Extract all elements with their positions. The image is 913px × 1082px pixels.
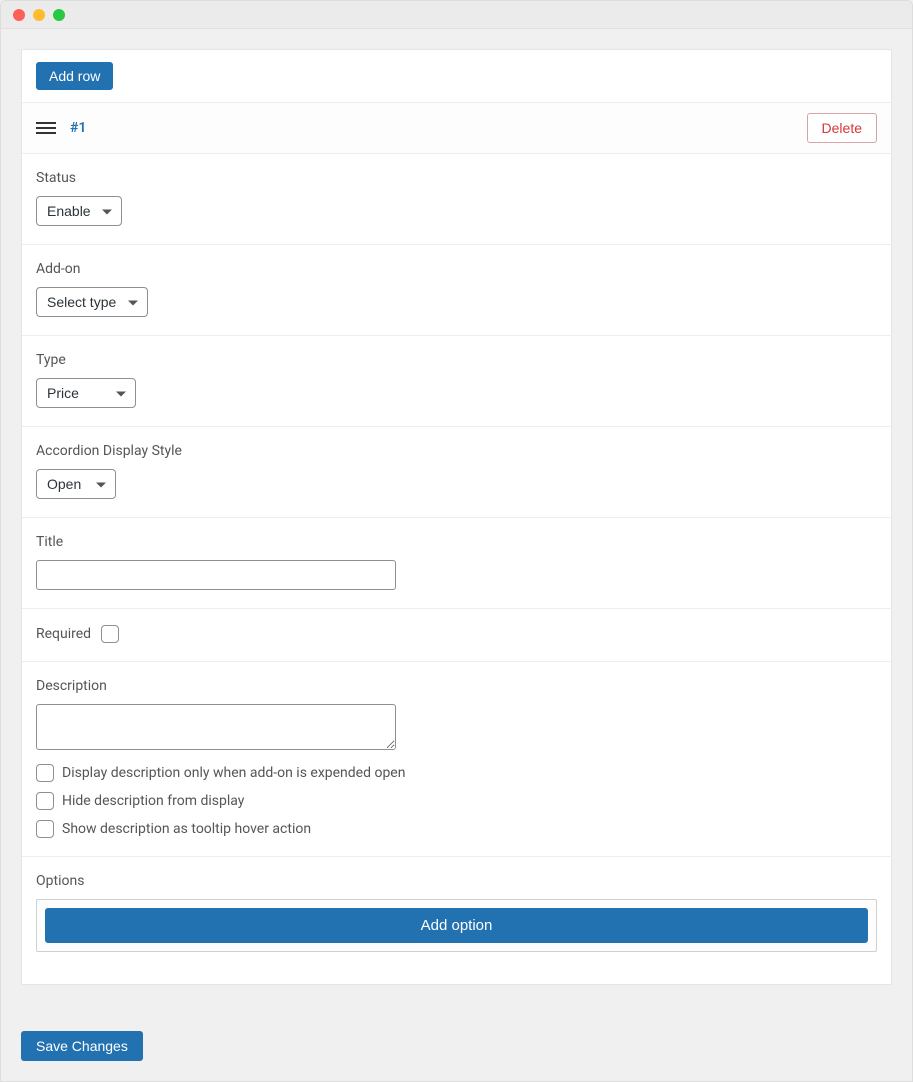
desc-expanded-label: Display description only when add-on is …: [62, 765, 405, 781]
addon-select[interactable]: Select type: [36, 287, 148, 317]
field-required: Required: [22, 609, 891, 662]
add-option-button[interactable]: Add option: [45, 908, 868, 943]
type-select-wrap: Price: [36, 378, 136, 408]
row-id-label: #1: [70, 120, 86, 136]
row-header: #1 Delete: [22, 103, 891, 154]
delete-row-button[interactable]: Delete: [807, 113, 877, 143]
save-changes-button[interactable]: Save Changes: [21, 1031, 143, 1061]
field-type: Type Price: [22, 336, 891, 427]
field-options: Options Add option: [22, 857, 891, 970]
desc-tooltip-checkbox[interactable]: [36, 820, 54, 838]
field-status: Status Enable: [22, 154, 891, 245]
accordion-select-wrap: Open: [36, 469, 116, 499]
addon-label: Add-on: [36, 261, 877, 277]
mac-titlebar: [1, 1, 912, 29]
form-body: Status Enable Add-on Select type: [22, 154, 891, 984]
type-label: Type: [36, 352, 877, 368]
minimize-icon[interactable]: [33, 9, 45, 21]
status-select[interactable]: Enable: [36, 196, 122, 226]
field-accordion: Accordion Display Style Open: [22, 427, 891, 518]
desc-opt-tooltip: Show description as tooltip hover action: [36, 820, 877, 838]
field-addon: Add-on Select type: [22, 245, 891, 336]
add-row-button[interactable]: Add row: [36, 62, 113, 90]
close-icon[interactable]: [13, 9, 25, 21]
description-textarea[interactable]: [36, 704, 396, 750]
maximize-icon[interactable]: [53, 9, 65, 21]
desc-expanded-checkbox[interactable]: [36, 764, 54, 782]
title-input[interactable]: [36, 560, 396, 590]
row-header-left: #1: [36, 120, 86, 136]
type-select[interactable]: Price: [36, 378, 136, 408]
required-checkbox[interactable]: [101, 625, 119, 643]
page-content: Add row #1 Delete Status Enable: [1, 29, 912, 1081]
accordion-select[interactable]: Open: [36, 469, 116, 499]
options-label: Options: [36, 873, 877, 889]
status-label: Status: [36, 170, 877, 186]
desc-hide-label: Hide description from display: [62, 793, 244, 809]
title-label: Title: [36, 534, 877, 550]
save-area: Save Changes: [21, 1031, 892, 1061]
description-label: Description: [36, 678, 877, 694]
panel-header: Add row: [22, 50, 891, 103]
field-description: Description Display description only whe…: [22, 662, 891, 857]
required-label: Required: [36, 626, 91, 642]
form-panel: Add row #1 Delete Status Enable: [21, 49, 892, 985]
addon-select-wrap: Select type: [36, 287, 148, 317]
desc-tooltip-label: Show description as tooltip hover action: [62, 821, 311, 837]
desc-opt-expanded: Display description only when add-on is …: [36, 764, 877, 782]
window: Add row #1 Delete Status Enable: [0, 0, 913, 1082]
status-select-wrap: Enable: [36, 196, 122, 226]
field-title: Title: [22, 518, 891, 609]
drag-handle-icon[interactable]: [36, 122, 56, 134]
accordion-label: Accordion Display Style: [36, 443, 877, 459]
options-box: Add option: [36, 899, 877, 952]
desc-hide-checkbox[interactable]: [36, 792, 54, 810]
desc-opt-hide: Hide description from display: [36, 792, 877, 810]
